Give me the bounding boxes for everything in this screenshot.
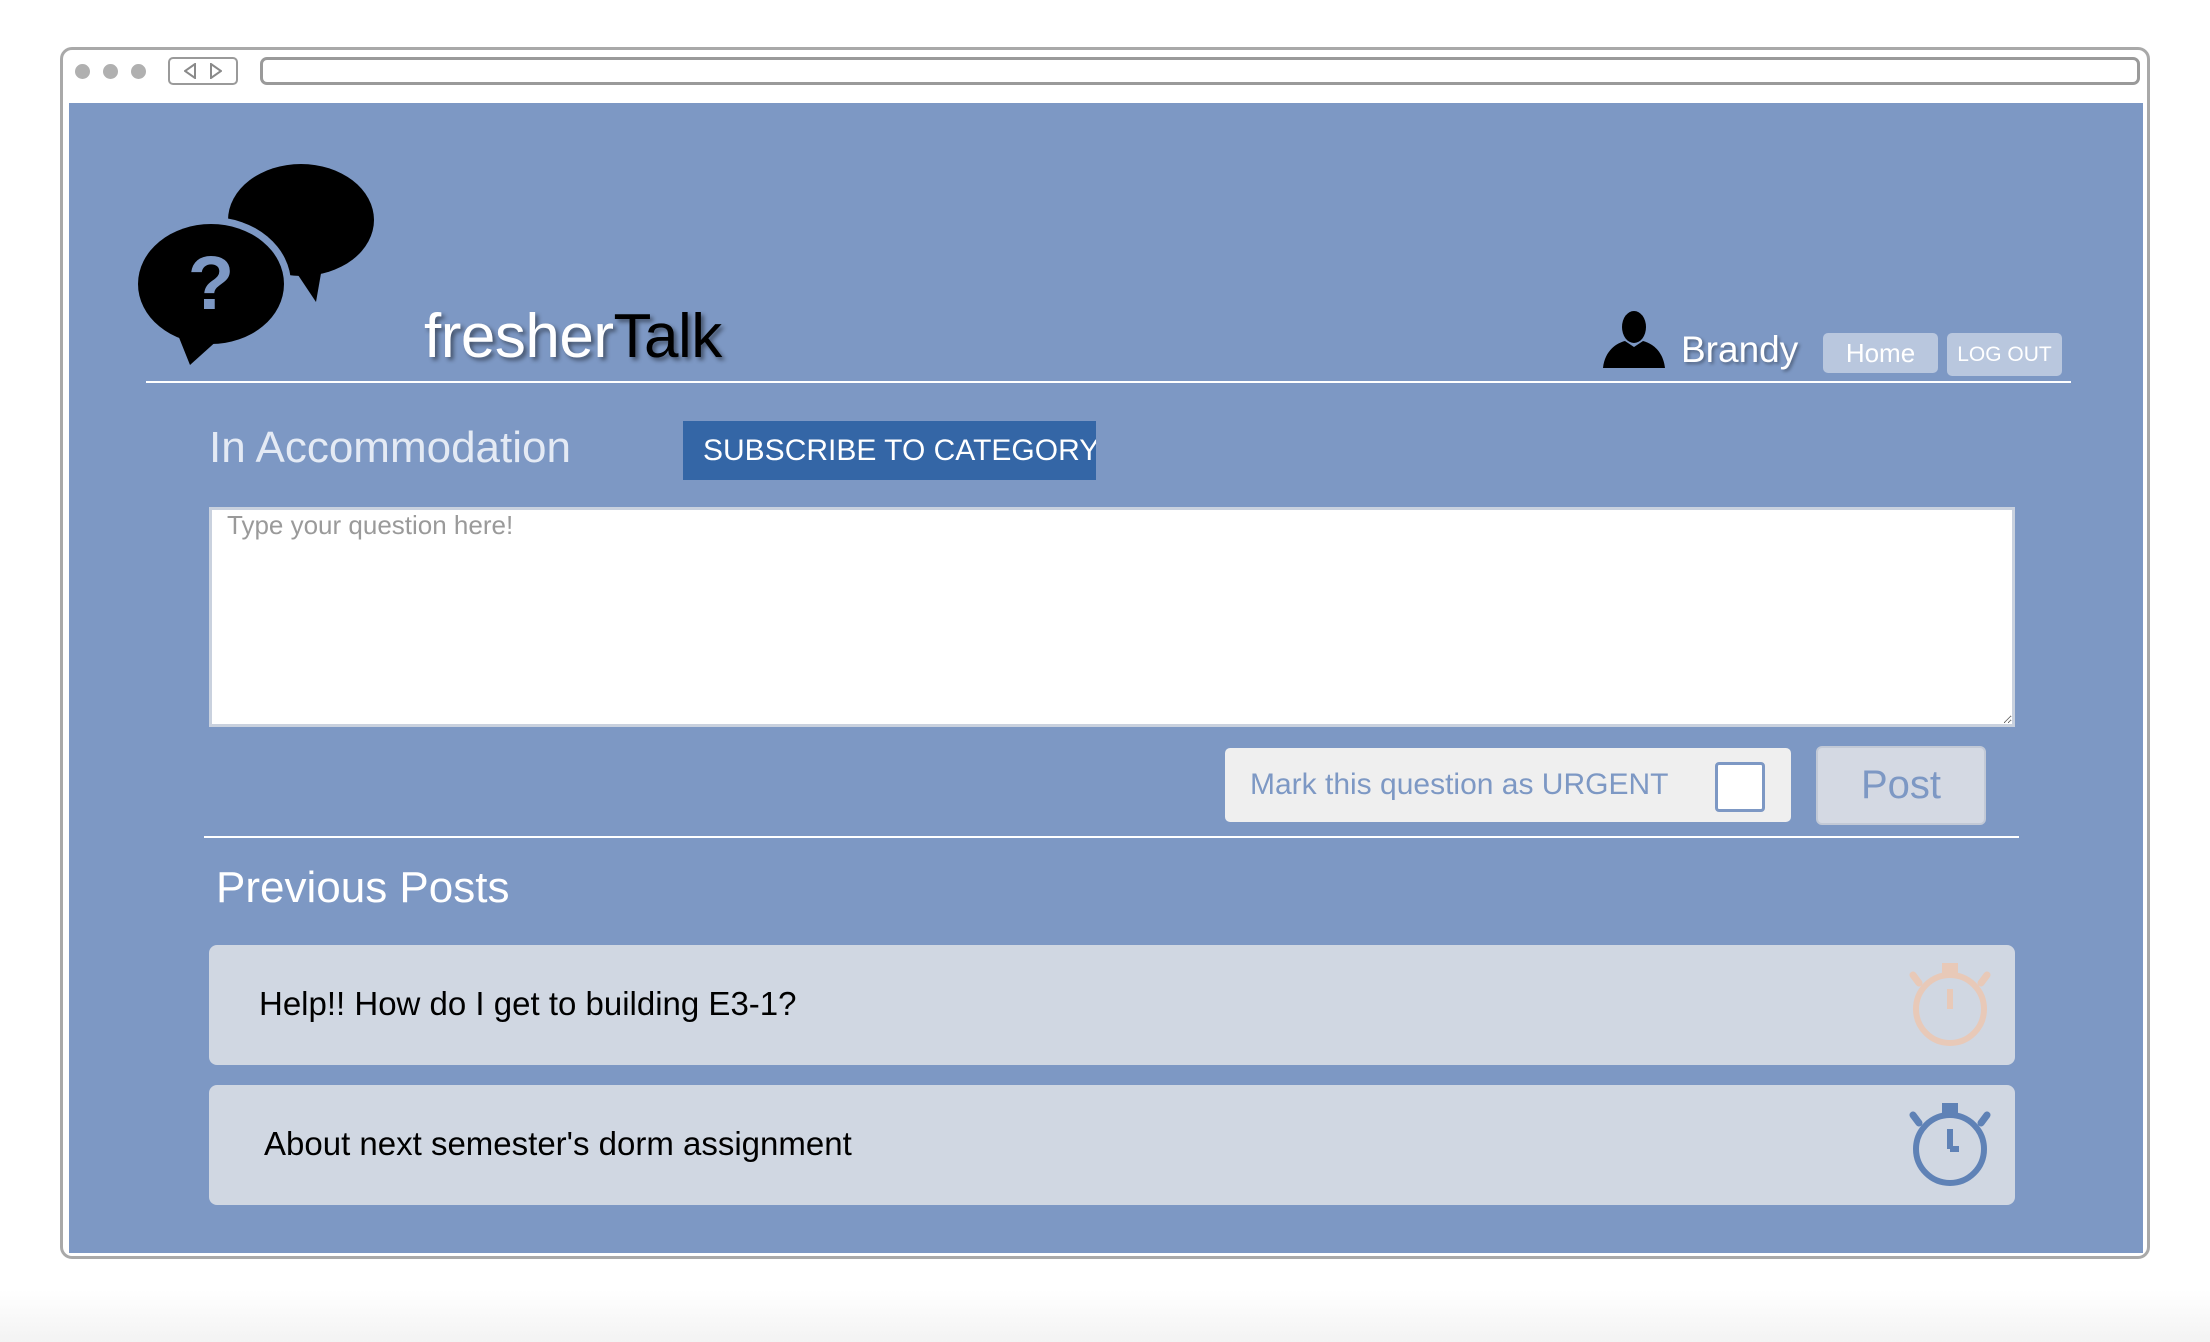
user-icon	[1601, 310, 1667, 373]
post-title[interactable]: About next semester's dorm assignment	[264, 1125, 852, 1163]
home-button[interactable]: Home	[1823, 333, 1938, 373]
fresher-talk-page: ? fresherTalk Brandy Home LOG OUT In Acc…	[69, 103, 2143, 1253]
back-arrow-icon[interactable]	[184, 63, 196, 79]
category-title: In Accommodation	[209, 423, 571, 472]
window-maximize-dot[interactable]	[131, 64, 146, 79]
svg-text:?: ?	[188, 241, 234, 326]
chat-question-logo-icon: ?	[131, 162, 378, 377]
urgent-label: Mark this question as URGENT	[1250, 768, 1669, 801]
post-row[interactable]: Help!! How do I get to building E3-1?	[209, 945, 2015, 1065]
window-close-dot[interactable]	[75, 64, 90, 79]
question-input[interactable]	[209, 507, 2015, 727]
urgent-checkbox[interactable]	[1715, 762, 1765, 812]
stopwatch-icon	[1909, 961, 1991, 1052]
address-bar[interactable]	[260, 57, 2140, 85]
post-title[interactable]: Help!! How do I get to building E3-1?	[259, 985, 797, 1023]
stopwatch-icon	[1909, 1101, 1991, 1192]
post-row[interactable]: About next semester's dorm assignment	[209, 1085, 2015, 1205]
brand-title: fresherTalk	[424, 301, 722, 372]
desktop-background	[0, 1290, 2210, 1342]
username-label: Brandy	[1681, 329, 1799, 370]
window-minimize-dot[interactable]	[103, 64, 118, 79]
brand-part-talk: Talk	[613, 302, 722, 371]
header-divider	[146, 381, 2071, 383]
subscribe-category-button[interactable]: SUBSCRIBE TO CATEGORY	[683, 421, 1096, 480]
section-divider	[204, 836, 2019, 838]
post-button[interactable]: Post	[1816, 746, 1986, 825]
urgent-toggle[interactable]: Mark this question as URGENT	[1225, 748, 1791, 822]
brand-part-fresher: fresher	[424, 302, 614, 371]
logout-button[interactable]: LOG OUT	[1947, 333, 2062, 376]
browser-nav-arrows	[168, 57, 238, 85]
previous-posts-title: Previous Posts	[216, 863, 510, 912]
browser-window: ? fresherTalk Brandy Home LOG OUT In Acc…	[60, 47, 2150, 1259]
forward-arrow-icon[interactable]	[210, 63, 222, 79]
